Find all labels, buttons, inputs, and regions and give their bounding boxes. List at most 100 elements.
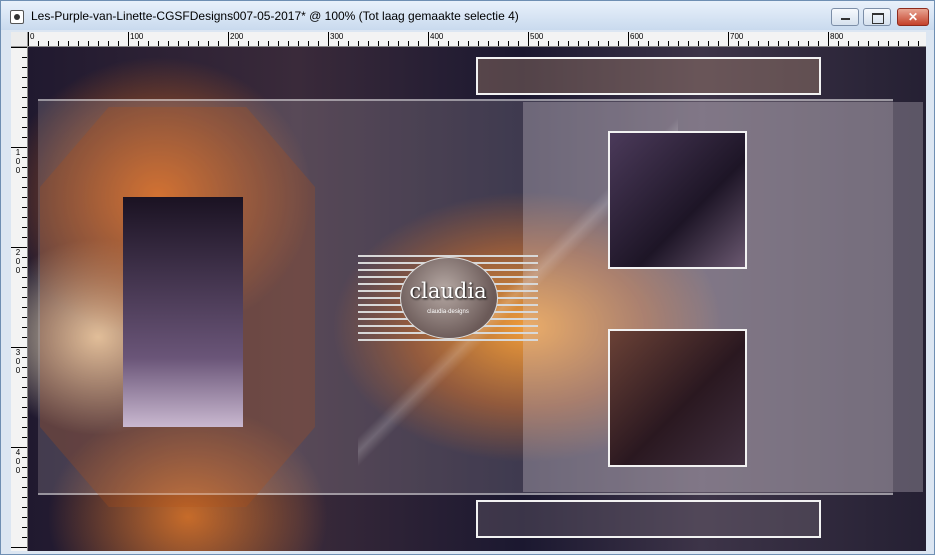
ruler-tick <box>22 87 27 88</box>
ruler-tick <box>22 127 27 128</box>
ruler-tick <box>668 41 669 46</box>
ruler-label: 4 <box>15 448 21 457</box>
ruler-tick <box>108 41 109 46</box>
ruler-tick <box>548 41 549 46</box>
ruler-tick <box>208 41 209 46</box>
ruler-label: 3 <box>15 348 21 357</box>
ruler-tick <box>22 237 27 238</box>
ruler-tick <box>288 41 289 46</box>
ruler-tick <box>788 41 789 46</box>
ruler-label: 100 <box>130 32 144 41</box>
ruler-tick <box>518 41 519 46</box>
ruler-tick <box>22 487 27 488</box>
close-icon: ✕ <box>907 10 919 24</box>
ruler-tick <box>22 107 27 108</box>
ruler-tick <box>168 41 169 46</box>
title-bar[interactable]: Les-Purple-van-Linette-CGSFDesigns007-05… <box>1 1 934 30</box>
ruler-tick <box>22 117 27 118</box>
ruler-label: 0 <box>15 466 21 475</box>
ruler-tick <box>22 387 27 388</box>
ruler-tick <box>188 41 189 46</box>
ruler-tick <box>818 41 819 46</box>
ruler-tick <box>22 427 27 428</box>
ruler-label: 700 <box>730 32 744 41</box>
ruler-tick <box>578 41 579 46</box>
maximize-icon <box>872 13 884 24</box>
ruler-tick <box>22 497 27 498</box>
close-button[interactable]: ✕ <box>897 8 929 26</box>
ruler-tick <box>22 287 27 288</box>
ruler-tick <box>22 307 27 308</box>
ruler-tick <box>428 32 429 46</box>
ruler-tick <box>22 207 27 208</box>
bottom-selection-frame <box>476 500 821 538</box>
ruler-tick <box>268 41 269 46</box>
ruler-tick <box>238 41 239 46</box>
ruler-tick <box>228 32 229 46</box>
ruler-tick <box>618 41 619 46</box>
ruler-tick <box>688 41 689 46</box>
ruler-tick <box>778 41 779 46</box>
ruler-tick <box>798 41 799 46</box>
ruler-tick <box>78 41 79 46</box>
ruler-tick <box>898 41 899 46</box>
ruler-tick <box>158 41 159 46</box>
ruler-tick <box>378 41 379 46</box>
ruler-tick <box>11 47 27 48</box>
ruler-tick <box>878 41 879 46</box>
ruler-tick <box>638 41 639 46</box>
image-canvas[interactable]: claudia claudia·designs <box>28 47 926 551</box>
ruler-tick <box>418 41 419 46</box>
upper-square-frame <box>608 131 747 269</box>
horizontal-ruler[interactable]: 0 100 200 300 400 500 600 700 800 <box>28 32 926 47</box>
ruler-tick <box>868 41 869 46</box>
maximize-button[interactable] <box>863 8 891 26</box>
minimize-button[interactable] <box>831 8 859 26</box>
minimize-icon <box>841 18 850 20</box>
ruler-tick <box>128 32 129 46</box>
ruler-tick <box>88 41 89 46</box>
ruler-tick <box>388 41 389 46</box>
ruler-tick <box>22 377 27 378</box>
ruler-tick <box>698 41 699 46</box>
ruler-label: 500 <box>530 32 544 41</box>
top-selection-frame <box>476 57 821 95</box>
ruler-tick <box>908 41 909 46</box>
ruler-tick <box>28 32 29 46</box>
ruler-tick <box>758 41 759 46</box>
ruler-tick <box>848 41 849 46</box>
ruler-tick <box>22 187 27 188</box>
vertical-ruler[interactable]: 100200300400 <box>11 47 28 551</box>
ruler-tick <box>888 41 889 46</box>
ruler-tick <box>22 217 27 218</box>
ruler-label: 0 <box>15 357 21 366</box>
ruler-tick <box>218 41 219 46</box>
ruler-tick <box>358 41 359 46</box>
ruler-tick <box>508 41 509 46</box>
ruler-tick <box>598 41 599 46</box>
ruler-tick <box>568 41 569 46</box>
ruler-tick <box>22 397 27 398</box>
ruler-tick <box>22 327 27 328</box>
ruler-label: 600 <box>630 32 644 41</box>
ruler-label: 200 <box>230 32 244 41</box>
ruler-tick <box>538 41 539 46</box>
ruler-tick <box>628 32 629 46</box>
ruler-label: 0 <box>15 166 21 175</box>
ruler-label: 300 <box>330 32 344 41</box>
ruler-tick <box>11 547 27 548</box>
watermark-subtext: claudia·designs <box>427 309 469 315</box>
ruler-tick <box>138 41 139 46</box>
ruler-tick <box>838 41 839 46</box>
ruler-tick <box>858 41 859 46</box>
ruler-tick <box>22 167 27 168</box>
ruler-tick <box>308 41 309 46</box>
ruler-label: 0 <box>15 257 21 266</box>
ruler-tick <box>768 41 769 46</box>
camera-icon[interactable] <box>10 10 24 24</box>
ruler-tick <box>58 41 59 46</box>
ruler-tick <box>558 41 559 46</box>
ruler-tick <box>22 537 27 538</box>
ruler-tick <box>68 41 69 46</box>
ruler-tick <box>22 177 27 178</box>
